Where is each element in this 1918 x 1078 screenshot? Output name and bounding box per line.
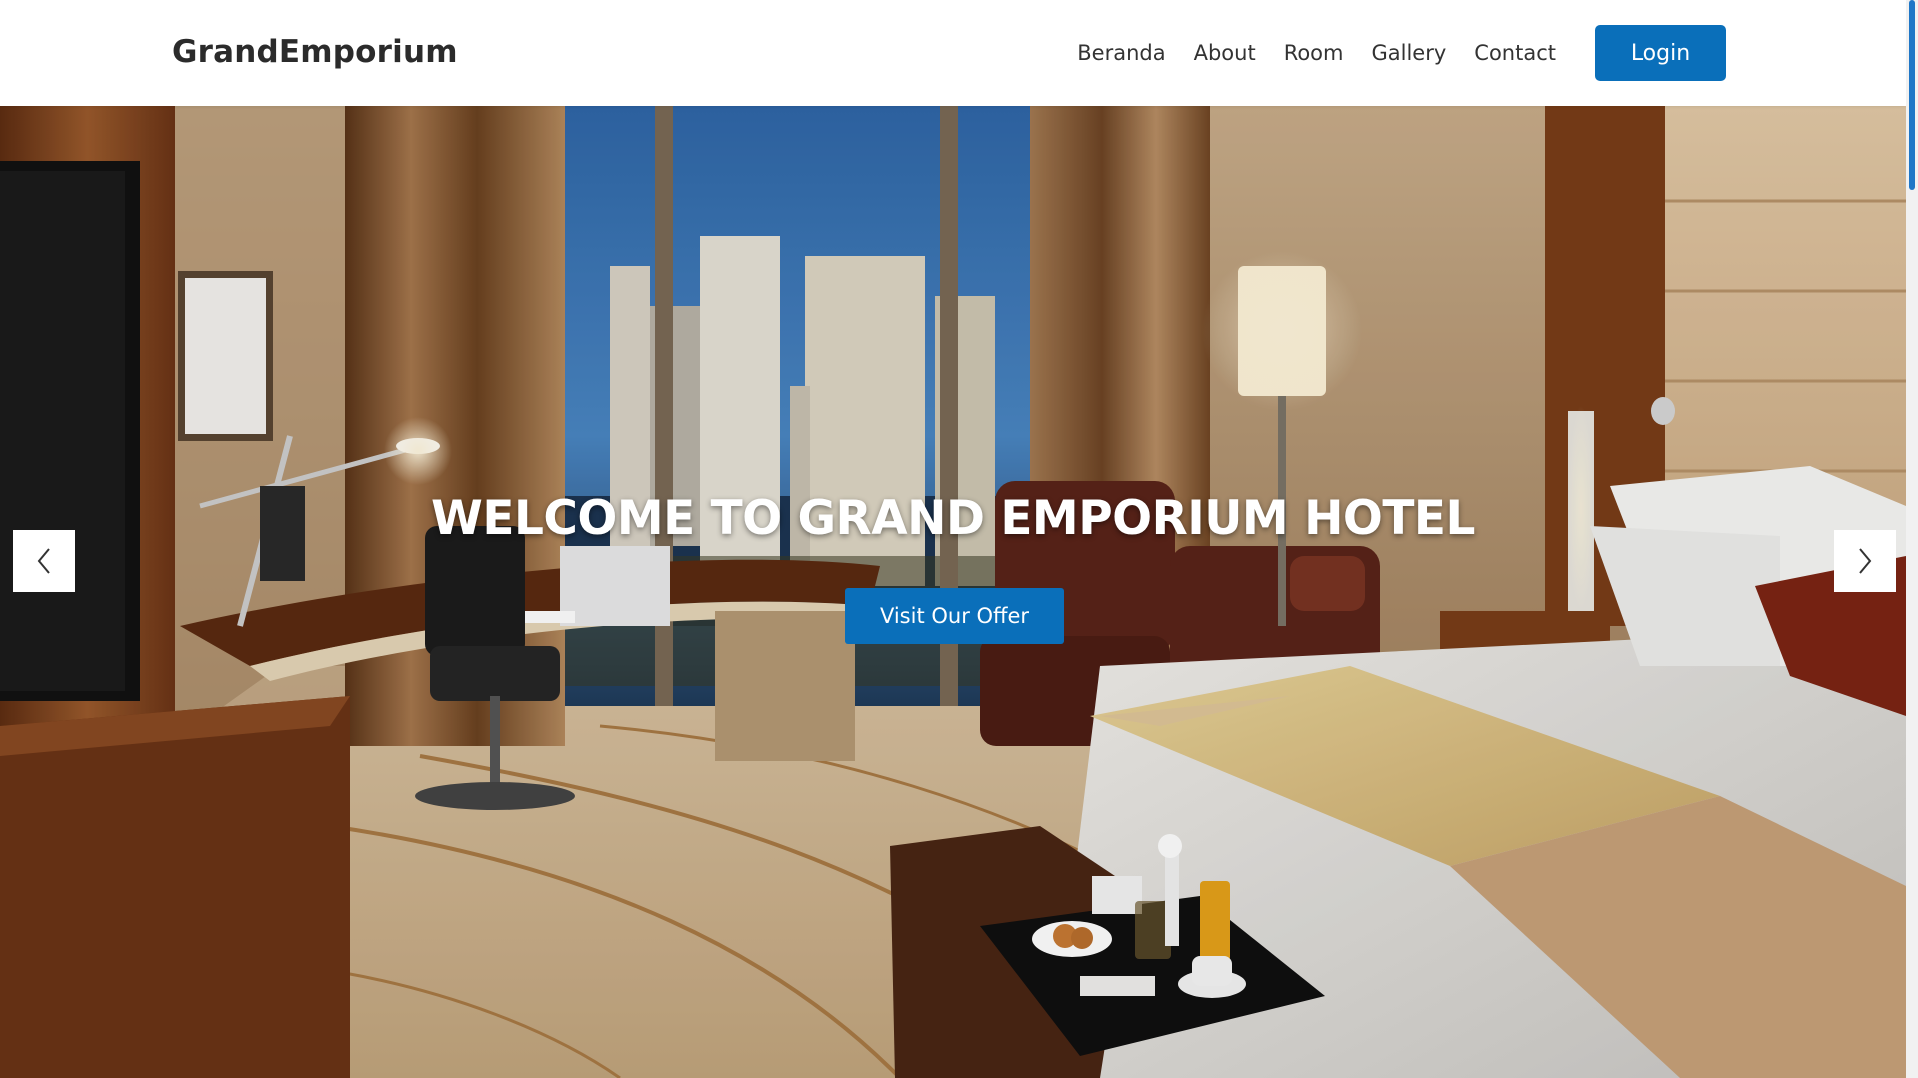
chevron-left-icon bbox=[37, 548, 50, 574]
login-button[interactable]: Login bbox=[1595, 25, 1726, 81]
carousel-next-button[interactable] bbox=[1834, 530, 1896, 592]
hero-title: WELCOME TO GRAND EMPORIUM HOTEL bbox=[431, 491, 1475, 546]
hero-carousel: WELCOME TO GRAND EMPORIUM HOTEL Visit Ou… bbox=[0, 106, 1906, 1078]
brand-logo[interactable]: GrandEmporium bbox=[172, 30, 458, 74]
page: GrandEmporium Beranda About Room Gallery… bbox=[0, 0, 1918, 1078]
chevron-right-icon bbox=[1859, 548, 1872, 574]
nav-link-gallery[interactable]: Gallery bbox=[1372, 32, 1447, 74]
nav-link-room[interactable]: Room bbox=[1284, 32, 1344, 74]
page-scrollbar[interactable] bbox=[1906, 0, 1918, 1078]
nav-link-beranda[interactable]: Beranda bbox=[1077, 32, 1165, 74]
nav-menu: Beranda About Room Gallery Contact bbox=[1077, 32, 1556, 74]
navbar: GrandEmporium Beranda About Room Gallery… bbox=[0, 0, 1906, 106]
scrollbar-thumb[interactable] bbox=[1909, 0, 1915, 190]
carousel-prev-button[interactable] bbox=[13, 530, 75, 592]
visit-offer-button[interactable]: Visit Our Offer bbox=[845, 588, 1064, 644]
nav-link-contact[interactable]: Contact bbox=[1474, 32, 1556, 74]
nav-link-about[interactable]: About bbox=[1194, 32, 1256, 74]
